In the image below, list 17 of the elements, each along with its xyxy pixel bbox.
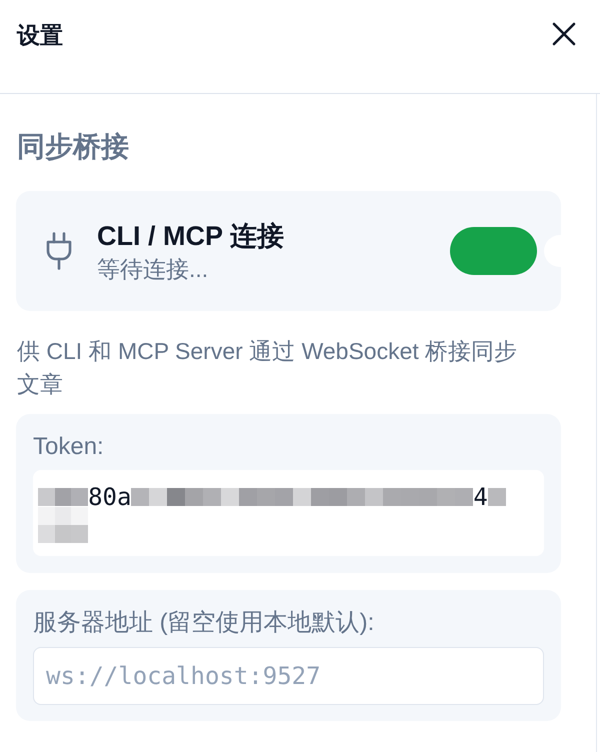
pixelated-mosaic [488, 488, 506, 506]
description-text: 供 CLI 和 MCP Server 通过 WebSocket 桥接同步文章 [17, 337, 518, 399]
pixelated-mosaic [38, 506, 88, 525]
server-address-input[interactable]: ws://localhost:9527 [33, 647, 544, 705]
server-address-label: 服务器地址 (留空使用本地默认): [33, 608, 376, 638]
connection-title: CLI / MCP 连接 [97, 220, 284, 252]
toggle-switch[interactable] [450, 227, 537, 275]
token-text: 80a [88, 488, 132, 506]
pixelated-mosaic [38, 488, 88, 506]
plug-icon [46, 232, 72, 270]
window-title: 设置 [17, 21, 63, 50]
token-text: 4 [473, 488, 488, 506]
token-label: Token: [33, 432, 105, 462]
close-icon[interactable] [552, 22, 576, 46]
section-heading: 同步桥接 [17, 130, 130, 164]
pixelated-mosaic [38, 525, 88, 544]
connection-status: 等待连接... [97, 254, 210, 284]
